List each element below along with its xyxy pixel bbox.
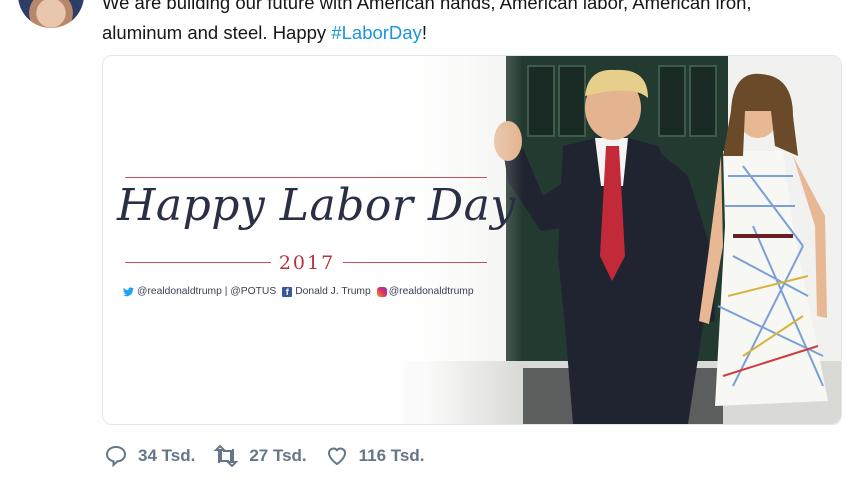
tweet-media-image[interactable]: Happy Labor Day 2017 @realdonaldtrump | …: [102, 55, 842, 425]
like-button[interactable]: 116 Tsd.: [325, 444, 425, 468]
tweet-text-line2: aluminum and steel. Happy: [102, 22, 332, 43]
retweet-count: 27 Tsd.: [249, 446, 307, 465]
twitter-bird-icon: [123, 286, 134, 296]
facebook-name: Donald J. Trump: [295, 286, 371, 297]
banner-year: 2017: [278, 252, 336, 274]
banner-headline: Happy Labor Day: [117, 180, 516, 231]
banner-socials: @realdonaldtrump | @POTUS f Donald J. Tr…: [123, 286, 513, 297]
tweet-text-line1: We are building our future with American…: [102, 0, 752, 13]
reply-icon: [105, 445, 127, 468]
tweet-text: We are building our future with American…: [102, 0, 842, 48]
instagram-handle: @realdonaldtrump: [388, 286, 474, 297]
banner-rule-top: [125, 177, 487, 178]
retweet-icon: [213, 444, 239, 468]
heart-icon: [327, 447, 346, 466]
tweet-actions: 34 Tsd. 27 Tsd. 116 Tsd.: [104, 444, 443, 468]
labor-day-banner: Happy Labor Day 2017 @realdonaldtrump | …: [103, 56, 523, 424]
instagram-icon: [376, 286, 387, 297]
avatar[interactable]: [18, 0, 84, 28]
reply-button[interactable]: 34 Tsd.: [104, 444, 195, 468]
twitter-handles: @realdonaldtrump | @POTUS: [137, 286, 277, 297]
like-count: 116 Tsd.: [358, 446, 425, 465]
facebook-icon: f: [282, 286, 293, 297]
retweet-button[interactable]: 27 Tsd.: [213, 444, 307, 468]
reply-count: 34 Tsd.: [138, 446, 196, 465]
banner-rule-left: [125, 262, 271, 263]
hashtag-link[interactable]: #LaborDay: [331, 22, 422, 43]
banner-rule-right: [343, 262, 487, 263]
tweet-text-suffix: !: [421, 22, 427, 43]
